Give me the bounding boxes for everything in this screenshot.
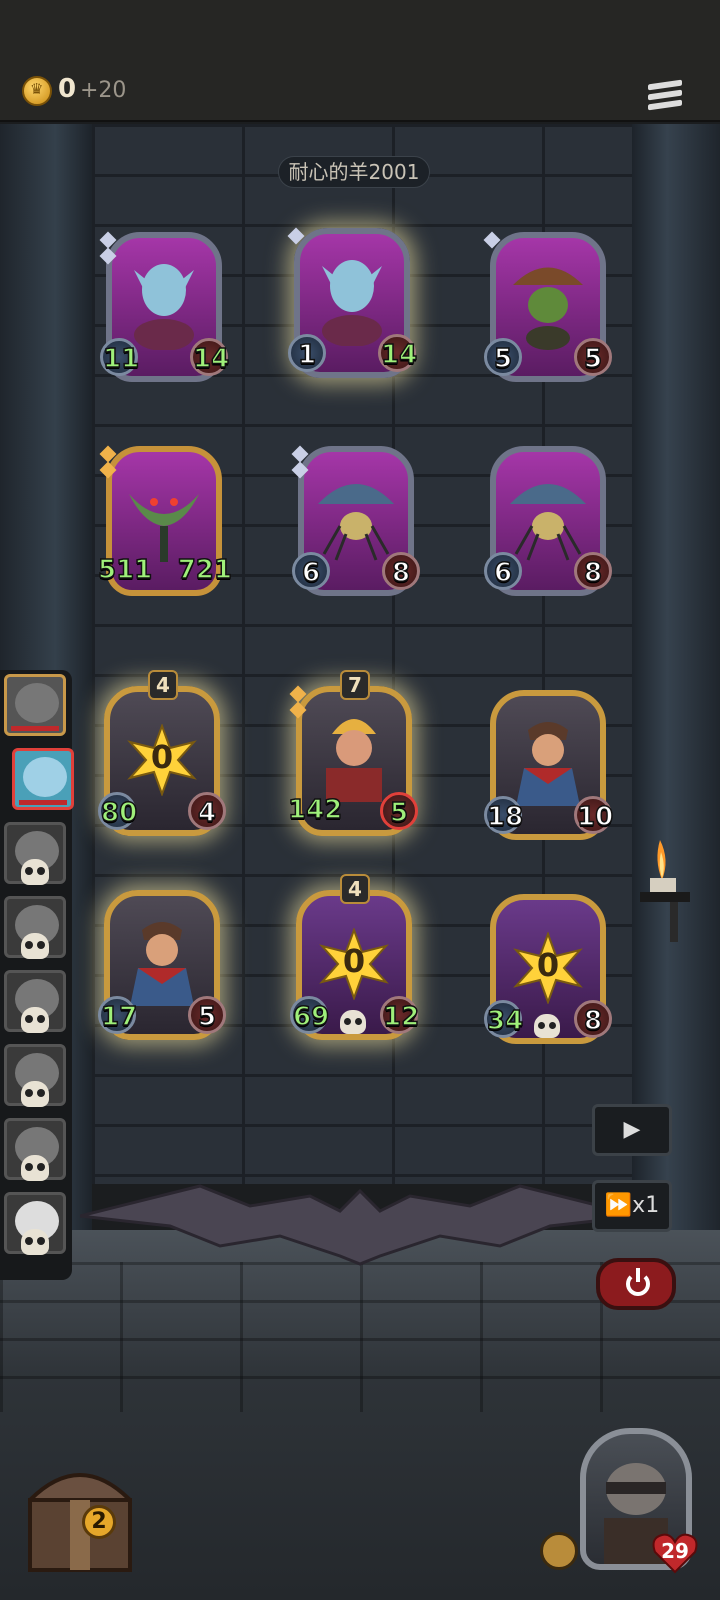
attack-stat: 142 [287, 794, 343, 826]
gold-amount: 0 [58, 74, 77, 104]
level-badge: 4 [148, 670, 178, 700]
blond-warrior-art [326, 719, 382, 802]
attack-stat: 6 [484, 552, 522, 590]
gold-coin-icon [22, 76, 52, 106]
attack-stat: 1 [288, 334, 326, 372]
health-stat: 8 [574, 552, 612, 590]
attack-stat: 69 [290, 996, 330, 1034]
enemy-card-mushroom-goblin[interactable]: 5 5 [483, 231, 612, 382]
player-card-horned-brute[interactable]: 4 0 69 12 [290, 874, 420, 1040]
skull-icon [340, 1010, 366, 1034]
mushroom-spider-art [318, 484, 394, 561]
health-stat: 14 [378, 334, 418, 372]
burst-value: 0 [342, 942, 366, 980]
attack-stat: 511 [97, 554, 153, 586]
player-card-dark-knight[interactable]: 4 0 80 4 [98, 670, 226, 836]
health-stat: 5 [574, 338, 612, 376]
roster-item-eliminated-1[interactable] [4, 822, 66, 885]
speed-button[interactable]: ⏩x1 [592, 1180, 672, 1232]
health-stat: 12 [380, 996, 420, 1034]
roster-item-eliminated-5[interactable] [4, 1118, 66, 1181]
player-card-horned-brute-2[interactable]: 0 34 8 [484, 894, 612, 1044]
treasure-chest-icon[interactable] [10, 1440, 150, 1580]
attack-stat: 80 [98, 792, 138, 830]
player-health: 29 [661, 1539, 689, 1563]
chest-count: 2 [82, 1505, 116, 1539]
health-stat: 8 [382, 552, 420, 590]
health-stat: 8 [574, 1000, 612, 1038]
player-card-caped-hero[interactable]: 18 10 [484, 690, 614, 840]
health-stat: 5 [380, 792, 418, 830]
burst-value: 0 [150, 738, 174, 776]
skull-icon [21, 933, 49, 959]
level-badge: 4 [340, 874, 370, 904]
roster-item-eliminated-4[interactable] [4, 1044, 66, 1107]
opponent-roster [0, 670, 74, 1280]
skull-icon [21, 1081, 49, 1107]
power-icon [626, 1268, 650, 1296]
enemy-card-elf-sorceress[interactable]: 11 14 [99, 231, 230, 382]
elf-sorceress-art [322, 260, 382, 346]
health-stat: 14 [190, 338, 230, 376]
enemy-card-venus-plant[interactable]: 511 721 [97, 445, 233, 596]
enemy-card-mushroom-spider-2[interactable]: 6 8 [484, 446, 612, 596]
roster-item-blue-hair[interactable] [12, 748, 74, 810]
caped-hero-art [130, 922, 194, 1006]
health-stat: 4 [188, 792, 226, 830]
elf-sorceress-art [134, 264, 194, 350]
roster-item-eliminated-6[interactable] [4, 1192, 66, 1255]
bat-emblem-icon [80, 1184, 640, 1266]
opponent-name: 耐心的羊2001 [278, 156, 430, 188]
skull-icon [534, 1014, 560, 1038]
health-stat: 5 [188, 996, 226, 1034]
top-bar [0, 0, 720, 122]
enemy-card-mushroom-spider[interactable]: 6 8 [291, 445, 420, 596]
play-button[interactable]: ▶ [592, 1104, 672, 1156]
health-stat: 721 [177, 554, 233, 586]
venus-plant-art [129, 494, 199, 562]
mushroom-goblin-art [513, 267, 583, 350]
level-badge: 7 [340, 670, 370, 700]
attack-stat: 5 [484, 338, 522, 376]
attack-stat: 11 [100, 338, 140, 376]
roster-item-eliminated-3[interactable] [4, 970, 66, 1033]
tavern-badge-icon[interactable] [540, 1532, 578, 1570]
skull-icon [21, 1155, 49, 1181]
skull-icon [21, 859, 49, 885]
attack-stat: 18 [484, 796, 524, 834]
skull-icon [21, 1007, 49, 1033]
menu-icon[interactable] [648, 79, 682, 114]
power-button[interactable] [596, 1258, 676, 1310]
torch-icon [640, 840, 690, 942]
attack-stat: 34 [484, 1000, 524, 1038]
enemy-card-elf-sorceress-2[interactable]: 1 14 [287, 227, 418, 378]
roster-item-raccoon[interactable] [4, 674, 66, 736]
attack-stat: 17 [98, 996, 138, 1034]
burst-value: 0 [536, 946, 560, 984]
roster-item-eliminated-2[interactable] [4, 896, 66, 959]
attack-stat: 6 [292, 552, 330, 590]
gold-income: +20 [80, 78, 127, 103]
caped-hero-art [516, 722, 580, 806]
player-card-blond-warrior[interactable]: 7 142 5 [287, 670, 418, 836]
mushroom-spider-art [510, 484, 586, 561]
health-stat: 10 [574, 796, 614, 834]
skull-icon [21, 1229, 49, 1255]
player-card-caped-hero-2[interactable]: 17 5 [98, 890, 226, 1040]
right-pillar [632, 124, 720, 1264]
